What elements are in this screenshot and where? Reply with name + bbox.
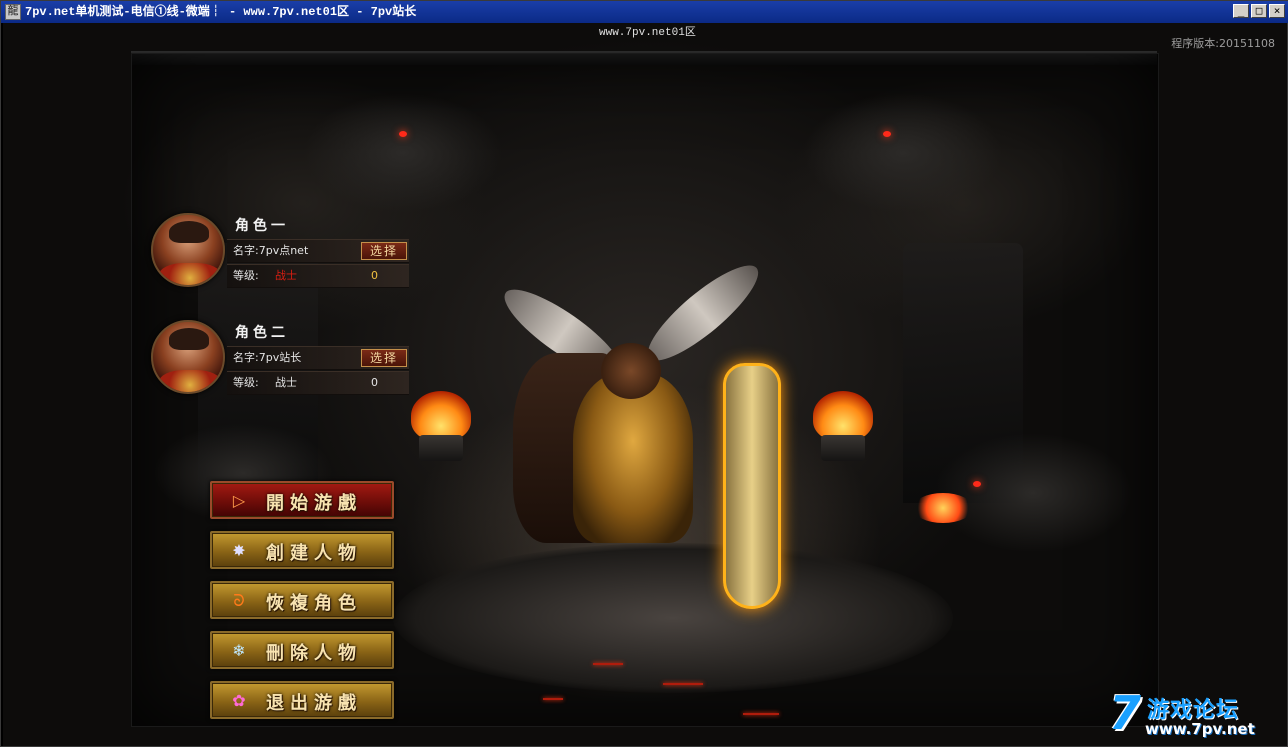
character-title: 角色一 — [235, 218, 289, 234]
fire-breath-icon — [913, 493, 973, 523]
window-titlebar[interactable]: 龍 7pv.net单机测试-电信①线-微端┆ - www.7pv.net01区 … — [1, 1, 1288, 23]
warrior-head — [601, 343, 661, 399]
game-app-icon[interactable]: 龍 — [5, 4, 21, 20]
lava-crack — [593, 663, 623, 665]
dragon-eye-icon — [883, 131, 891, 137]
flower-icon: ✿ — [232, 691, 246, 710]
flame-icon — [411, 391, 471, 441]
minimize-button[interactable]: _ — [1233, 4, 1249, 18]
name-label: 名字:7pv点net — [233, 244, 309, 257]
character-level: 0 — [371, 376, 378, 389]
character-avatar[interactable] — [151, 320, 225, 394]
delete-character-button[interactable]: ❄ 刪除人物 — [210, 631, 394, 669]
menu-label: 恢複角色 — [266, 593, 362, 614]
start-game-button[interactable]: ▷ 開始游戲 — [210, 481, 394, 519]
warrior-character-model — [483, 252, 803, 609]
brazier-right — [803, 391, 883, 461]
create-character-button[interactable]: ✸ 創建人物 — [210, 531, 394, 569]
menu-label: 開始游戲 — [266, 493, 362, 514]
menu-label: 刪除人物 — [266, 643, 362, 664]
site-watermark-logo: 7 游戏论坛 www.7pv.net — [1109, 686, 1279, 744]
flame-icon — [813, 391, 873, 441]
version-label: 程序版本:20151108 — [1171, 37, 1275, 50]
maximize-button[interactable]: □ — [1251, 4, 1267, 18]
level-label: 等级: — [233, 269, 259, 282]
lava-crack — [543, 698, 563, 700]
character-class: 战士 — [275, 269, 297, 282]
play-arrow-icon: ▷ — [232, 491, 246, 510]
brazier-bowl — [821, 435, 865, 461]
game-window: 龍 7pv.net单机测试-电信①线-微端┆ - www.7pv.net01区 … — [0, 0, 1288, 747]
golden-shield — [723, 363, 781, 609]
gear-burst-icon: ✸ — [232, 541, 246, 560]
menu-label: 創建人物 — [266, 543, 362, 564]
window-title: 7pv.net单机测试-电信①线-微端┆ - www.7pv.net01区 - … — [25, 5, 417, 19]
menu-label: 退出游戲 — [266, 693, 362, 714]
name-label: 名字:7pv站长 — [233, 351, 302, 364]
dragon-eye-icon — [973, 481, 981, 487]
dragon-statue-right — [803, 93, 1003, 213]
exit-game-button[interactable]: ✿ 退出游戲 — [210, 681, 394, 719]
close-button[interactable]: × — [1269, 4, 1285, 18]
character-slot-1[interactable]: 角色一 名字:7pv点net 选择 等级: 战士 0 — [151, 213, 411, 293]
character-name-row: 名字:7pv站长 选择 — [227, 346, 409, 370]
window-controls: _ □ × — [1233, 4, 1285, 18]
server-label: www.7pv.net01区 — [599, 27, 696, 39]
character-name-row: 名字:7pv点net 选择 — [227, 239, 409, 263]
lava-crack — [663, 683, 703, 685]
swirl-icon: ᘐ — [233, 591, 245, 610]
character-slot-2[interactable]: 角色二 名字:7pv站长 选择 等级: 战士 0 — [151, 320, 411, 400]
dragon-statue-left — [303, 93, 503, 213]
level-label: 等级: — [233, 376, 259, 389]
dragon-head-right — [933, 433, 1133, 553]
select-button[interactable]: 选择 — [361, 349, 407, 367]
brazier-left — [401, 391, 481, 461]
select-button[interactable]: 选择 — [361, 242, 407, 260]
character-title: 角色二 — [235, 325, 289, 341]
character-select-scene: www.7pv.net01区 程序版本:20151108 角色一 名字:7pv点… — [3, 23, 1287, 746]
character-level-row: 等级: 战士 0 — [227, 264, 409, 288]
character-avatar[interactable] — [151, 213, 225, 287]
snowflake-icon: ❄ — [232, 641, 246, 660]
character-class: 战士 — [275, 376, 297, 389]
character-level: 0 — [371, 269, 378, 282]
lava-crack — [743, 713, 779, 715]
brazier-bowl — [419, 435, 463, 461]
character-level-row: 等级: 战士 0 — [227, 371, 409, 395]
logo-number: 7 — [1109, 686, 1142, 740]
dragon-eye-icon — [399, 131, 407, 137]
logo-url: www.7pv.net — [1145, 720, 1255, 738]
restore-character-button[interactable]: ᘐ 恢複角色 — [210, 581, 394, 619]
